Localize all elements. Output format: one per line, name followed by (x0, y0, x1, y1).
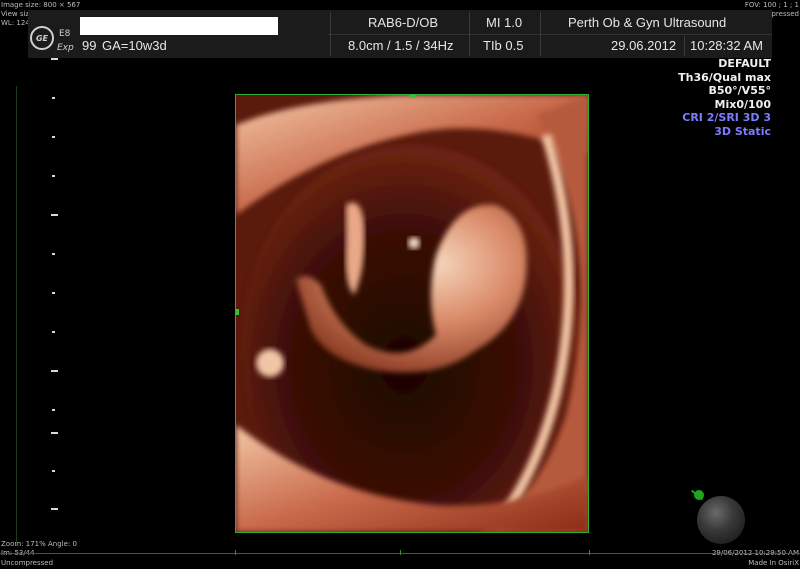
depth-tick (52, 331, 55, 333)
3d-render-viewport[interactable] (235, 94, 589, 533)
param-3d-mode: 3D Static (714, 124, 771, 138)
render-top-handle[interactable] (410, 95, 416, 98)
exp-label: Exp (57, 43, 74, 53)
param-threshold-quality: Th36/Qual max (678, 70, 771, 84)
viewer-info-image-size: Image size: 800 × 567 (1, 1, 81, 9)
depth-tick (52, 292, 55, 294)
header-separator (540, 12, 541, 56)
ge-logo-icon: GE (30, 26, 54, 50)
depth-tick (52, 97, 55, 99)
viewer-info-made-in: Made In OsiriX (748, 559, 799, 567)
lateral-tick (589, 550, 590, 555)
depth-tick (51, 214, 58, 216)
depth-tick (52, 409, 55, 411)
header-clinic: Perth Ob & Gyn Ultrasound (568, 15, 727, 30)
patient-name-redaction (80, 17, 278, 35)
depth-tick (51, 370, 58, 372)
header-tib: TIb 0.5 (483, 38, 524, 53)
depth-axis-line (16, 86, 17, 546)
param-mix: Mix0/100 (714, 97, 771, 111)
header-separator (684, 36, 685, 56)
param-cri-sri: CRI 2/SRI 3D 3 (682, 111, 771, 124)
header-separator (330, 12, 331, 56)
viewer-info-fov: FOV: 100 ; 1 ; 1 (744, 1, 799, 9)
3d-rendered-fetus-image (236, 95, 588, 532)
lateral-tick (235, 550, 236, 555)
probe-model: E8 (59, 29, 71, 39)
depth-tick (52, 136, 55, 138)
header-date: 29.06.2012 (611, 38, 677, 53)
orientation-marker (694, 490, 704, 500)
header-patient-id: 99 (82, 38, 97, 53)
3d-orientation-ball-icon[interactable] (697, 496, 745, 544)
depth-tick (51, 432, 58, 434)
viewer-info-compression-bottom: Uncompressed (1, 559, 54, 567)
depth-tick (52, 175, 55, 177)
header-gestational-age: GA=10w3d (102, 38, 167, 53)
param-angles: B50°/V55° (708, 84, 771, 97)
depth-tick (52, 253, 55, 255)
depth-tick (52, 470, 55, 472)
depth-tick (51, 58, 58, 60)
viewer-info-zoom: Zoom: 171% Angle: 0 (1, 540, 77, 548)
header-separator (469, 12, 470, 56)
header-scan-params: 8.0cm / 1.5 / 34Hz (348, 38, 454, 53)
imaging-parameters-panel: DEFAULT Th36/Qual max B50°/V55° Mix0/100… (678, 57, 771, 138)
depth-tick (51, 508, 58, 510)
param-preset: DEFAULT (718, 57, 771, 70)
header-time: 10:28:32 AM (690, 38, 763, 53)
lateral-tick (400, 550, 401, 555)
header-mi: MI 1.0 (486, 15, 523, 30)
header-preset: RAB6-D/OB (368, 15, 439, 30)
render-left-handle[interactable] (236, 309, 239, 315)
